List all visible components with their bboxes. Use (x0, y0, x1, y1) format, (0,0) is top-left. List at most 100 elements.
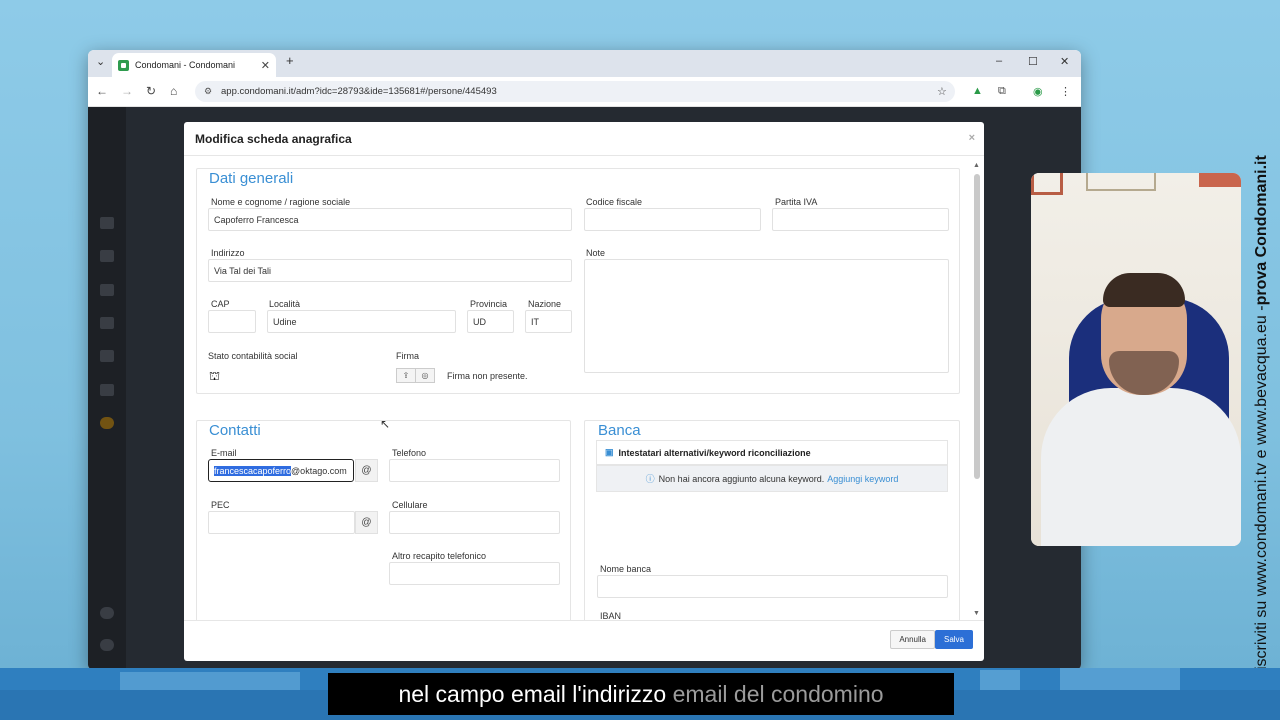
banca-title: Banca (598, 422, 641, 439)
indirizzo-input[interactable]: Via Tal dei Tali (208, 259, 572, 282)
new-tab-icon[interactable]: + (286, 53, 294, 68)
stato-contabilita-label: Stato contabilità social (208, 351, 298, 361)
picture-frame-left (1031, 173, 1063, 195)
contatti-title: Contatti (209, 422, 261, 439)
drive-icon[interactable]: ▲ (972, 85, 983, 97)
firma-upload-icon[interactable]: ⇪ (396, 368, 416, 383)
modal-scrollbar[interactable]: ▲ ▼ (973, 162, 980, 618)
info-icon: ⓘ (645, 474, 655, 484)
provincia-label: Provincia (470, 299, 508, 309)
promo-bold: prova Condomani.it (1253, 155, 1270, 306)
nazione-input[interactable]: IT (525, 310, 572, 333)
email-input[interactable]: francescacapoferro @oktago.com (208, 459, 354, 482)
indirizzo-label: Indirizzo (211, 248, 245, 258)
presenter-webcam (1031, 173, 1241, 546)
email-at-addon[interactable]: @ (355, 459, 378, 482)
favicon-icon (118, 59, 129, 71)
promo-prefix: iscriviti su www.condomani.tv e www.beva… (1253, 305, 1270, 670)
nome-input[interactable]: Capoferro Francesca (208, 208, 572, 231)
caption-main: nel campo email l'indirizzo (398, 680, 673, 707)
telefono-label: Telefono (392, 448, 427, 458)
nome-label: Nome e cognome / ragione sociale (211, 197, 351, 207)
cellulare-label: Cellulare (392, 500, 428, 510)
mouse-cursor-icon: ↖ (380, 417, 391, 431)
note-textarea[interactable] (584, 259, 949, 373)
altro-recapito-input[interactable] (389, 562, 560, 585)
pec-at-addon[interactable]: @ (355, 511, 378, 534)
add-keyword-link[interactable]: Aggiungi keyword (827, 474, 898, 484)
codice-fiscale-label: Codice fiscale (586, 197, 643, 207)
tab-list-icon[interactable]: ⌄ (96, 55, 105, 68)
url-field[interactable]: ⚙ app.condomani.it/adm?idc=28793&ide=135… (195, 81, 955, 102)
modal-title: Modifica scheda anagrafica (195, 131, 352, 146)
keyword-info-text: Non hai ancora aggiunto alcuna keyword. (658, 473, 825, 484)
pec-input[interactable] (208, 511, 355, 534)
nome-banca-input[interactable] (597, 575, 948, 598)
tab-bar: ⌄ Condomani - Condomani ✕ + – ☐ ✕ (88, 50, 1081, 77)
window-close-icon[interactable]: ✕ (1060, 55, 1069, 68)
nazione-label: Nazione (528, 299, 562, 309)
cap-input[interactable] (208, 310, 256, 333)
scroll-down-icon[interactable]: ▼ (973, 610, 980, 617)
cellulare-input[interactable] (389, 511, 560, 534)
browser-tab[interactable]: Condomani - Condomani ✕ (112, 53, 276, 77)
presenter-shirt (1041, 388, 1241, 546)
modal-close-icon[interactable]: × (969, 132, 975, 144)
browser-window: ⌄ Condomani - Condomani ✕ + – ☐ ✕ ← → ↻ … (88, 50, 1081, 670)
provincia-input[interactable]: UD (467, 310, 514, 333)
note-label: Note (586, 248, 606, 258)
forward-icon[interactable]: → (121, 84, 133, 98)
keyword-header-text: Intestatari alternativi/keyword riconcil… (618, 447, 811, 458)
scroll-thumb[interactable] (974, 174, 980, 479)
localita-value: Udine (273, 316, 297, 327)
caption-dim: email del condomino (672, 680, 884, 707)
altro-recapito-label: Altro recapito telefonico (392, 551, 487, 561)
home-icon[interactable]: ⌂ (170, 84, 177, 98)
profile-icon[interactable]: ◉ (1033, 85, 1043, 98)
provincia-value: UD (473, 316, 486, 327)
pec-label: PEC (211, 500, 230, 510)
nome-value: Capoferro Francesca (214, 214, 299, 225)
stato-contabilita-icon[interactable]: ⛫ (209, 369, 220, 385)
subtitle-caption: nel campo email l'indirizzo email del co… (328, 673, 954, 715)
email-rest-text: @oktago.com (291, 465, 347, 476)
nazione-value: IT (531, 316, 539, 327)
modal-header: Modifica scheda anagrafica × (184, 122, 984, 156)
localita-input[interactable]: Udine (267, 310, 456, 333)
book-icon: ▣ (605, 447, 614, 457)
menu-icon[interactable]: ⋮ (1060, 85, 1071, 98)
firma-label: Firma (396, 351, 419, 361)
extensions-icon[interactable]: ⧉ (998, 85, 1006, 98)
picture-frame-right (1199, 173, 1241, 187)
keyword-header: ▣ Intestatari alternativi/keyword riconc… (596, 440, 948, 465)
maximize-icon[interactable]: ☐ (1028, 55, 1038, 68)
tab-close-icon[interactable]: ✕ (261, 59, 270, 72)
minimize-icon[interactable]: – (996, 55, 1002, 67)
firma-view-icon[interactable]: ◎ (415, 368, 435, 383)
telefono-input[interactable] (389, 459, 560, 482)
bookmark-star-icon[interactable]: ☆ (937, 85, 947, 98)
salva-button[interactable]: Salva (934, 630, 973, 649)
reload-icon[interactable]: ↻ (146, 84, 156, 98)
vertical-promo-text: iscriviti su www.condomani.tv e www.beva… (1250, 40, 1274, 670)
back-icon[interactable]: ← (96, 84, 108, 98)
scroll-up-icon[interactable]: ▲ (973, 162, 980, 169)
presenter-hair (1103, 273, 1185, 307)
modal-body: Dati generali Nome e cognome / ragione s… (184, 156, 984, 620)
modal-footer: Annulla Salva (184, 620, 984, 661)
picture-frame-center (1086, 173, 1156, 191)
keyword-info: ⓘ Non hai ancora aggiunto alcuna keyword… (596, 465, 948, 492)
codice-fiscale-input[interactable] (584, 208, 761, 231)
localita-label: Località (269, 299, 301, 309)
partita-iva-label: Partita IVA (775, 197, 818, 207)
partita-iva-input[interactable] (772, 208, 949, 231)
indirizzo-value: Via Tal dei Tali (214, 265, 272, 276)
site-info-icon[interactable]: ⚙ (204, 86, 212, 97)
url-text: app.condomani.it/adm?idc=28793&ide=13568… (221, 86, 497, 97)
dati-generali-title: Dati generali (209, 170, 294, 187)
edit-person-modal: Modifica scheda anagrafica × Dati genera… (184, 122, 984, 661)
email-label: E-mail (211, 448, 237, 458)
address-bar: ← → ↻ ⌂ ⚙ app.condomani.it/adm?idc=28793… (88, 77, 1081, 107)
annulla-button[interactable]: Annulla (890, 630, 935, 649)
cap-label: CAP (211, 299, 230, 309)
